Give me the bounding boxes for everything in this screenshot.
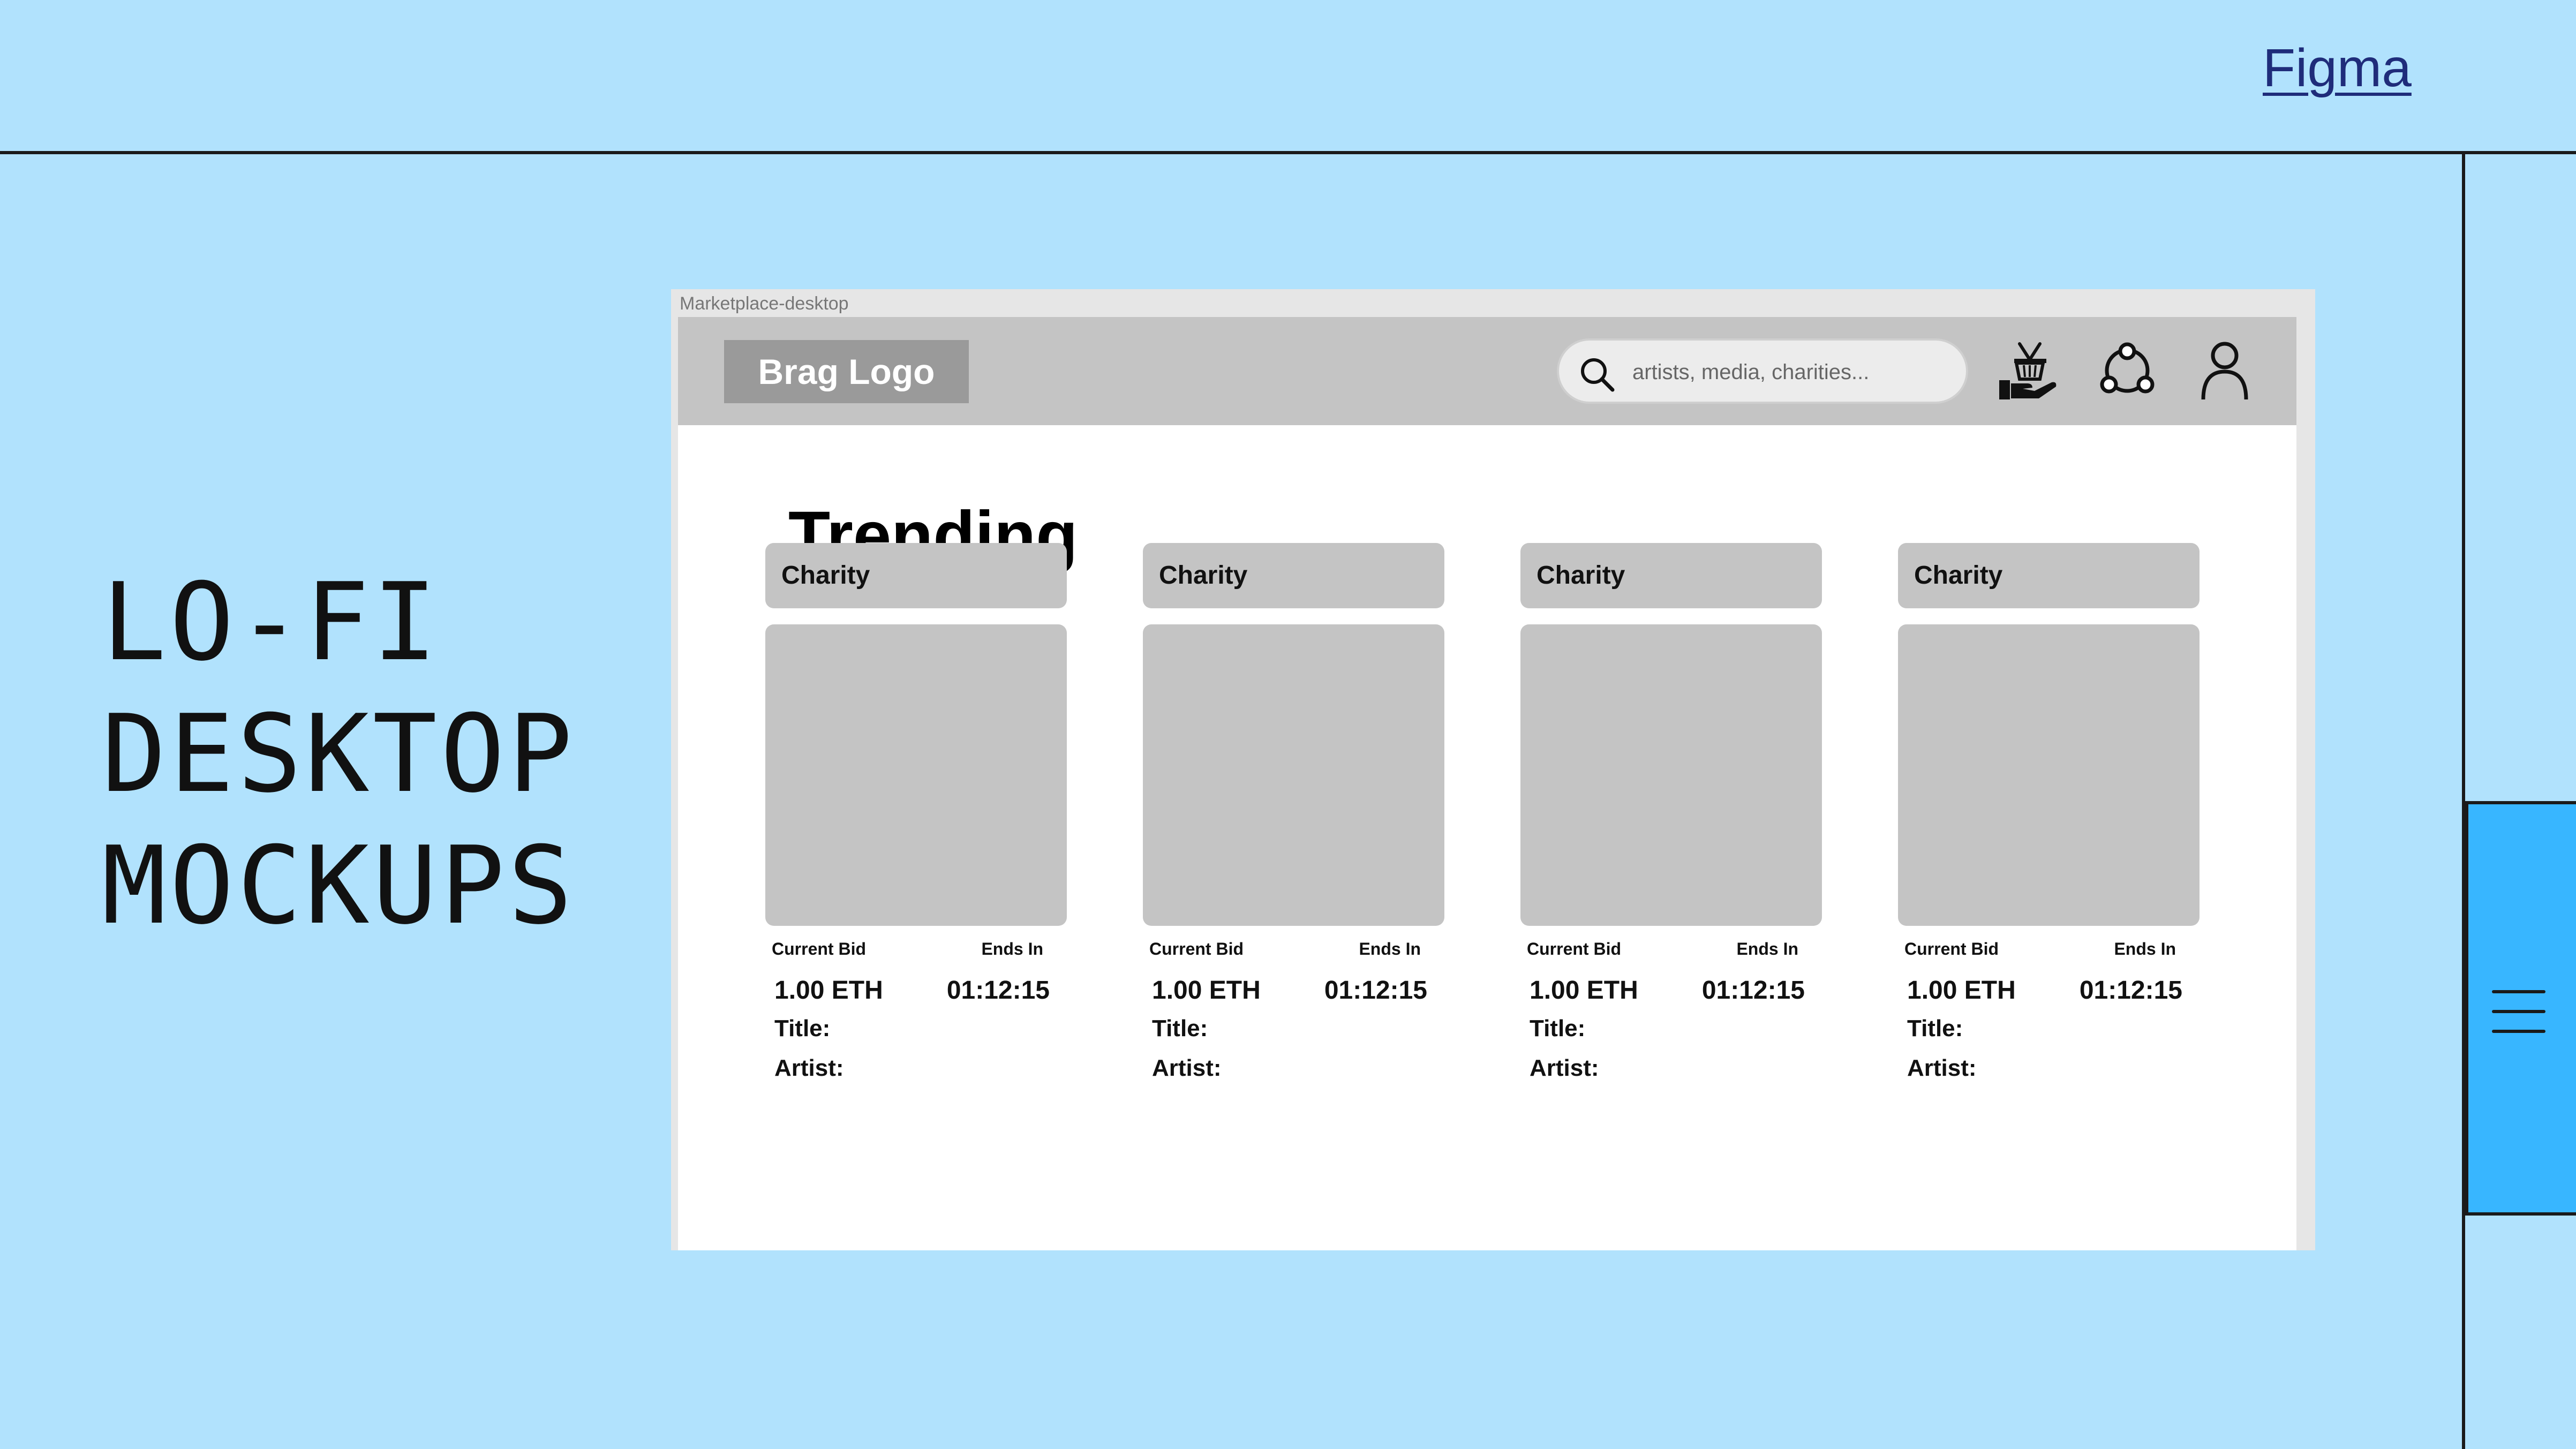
card-category-tag: Charity xyxy=(1520,543,1822,608)
card-category-tag: Charity xyxy=(765,543,1067,608)
figma-link[interactable]: Figma xyxy=(2263,37,2412,99)
card-title-label: Title: xyxy=(774,1015,831,1042)
basket-hand-icon[interactable] xyxy=(1996,337,2063,404)
card-artist-label: Artist: xyxy=(1152,1055,1222,1081)
header-divider xyxy=(0,151,2576,154)
current-bid-value: 1.00 ETH xyxy=(774,976,883,1005)
network-icon[interactable] xyxy=(2094,337,2161,404)
mockup-frame: Marketplace-desktop Brag Logo artists, m… xyxy=(671,289,2315,1250)
user-icon[interactable] xyxy=(2191,337,2258,404)
search-input[interactable] xyxy=(1631,351,1955,393)
side-menu-tab[interactable] xyxy=(2465,801,2576,1216)
card-image-placeholder[interactable] xyxy=(765,624,1067,926)
ends-in-label: Ends In xyxy=(981,939,1043,959)
ends-in-label: Ends In xyxy=(2114,939,2176,959)
current-bid-value: 1.00 ETH xyxy=(1907,976,2016,1005)
ends-in-value: 01:12:15 xyxy=(2079,976,2182,1005)
frame-label: Marketplace-desktop xyxy=(680,293,849,314)
card-artist-label: Artist: xyxy=(774,1055,844,1081)
ends-in-value: 01:12:15 xyxy=(1324,976,1427,1005)
search-icon xyxy=(1581,358,1615,392)
ends-in-value: 01:12:15 xyxy=(946,976,1050,1005)
auction-card[interactable]: Charity Current Bid Ends In 1.00 ETH 01:… xyxy=(1520,543,1822,1100)
headline-line: MOCKUPS xyxy=(102,824,576,948)
current-bid-label: Current Bid xyxy=(1149,939,1244,959)
card-category-tag: Charity xyxy=(1898,543,2200,608)
card-artist-label: Artist: xyxy=(1530,1055,1599,1081)
ends-in-label: Ends In xyxy=(1359,939,1421,959)
current-bid-value: 1.00 ETH xyxy=(1152,976,1261,1005)
brand-logo[interactable]: Brag Logo xyxy=(724,340,969,403)
mockup-viewport: Brag Logo artists, media, charities... T… xyxy=(678,317,2296,1250)
current-bid-label: Current Bid xyxy=(1904,939,1999,959)
ends-in-value: 01:12:15 xyxy=(1701,976,1805,1005)
headline-line: DESKTOP xyxy=(102,692,576,817)
card-category-tag: Charity xyxy=(1143,543,1444,608)
card-title-label: Title: xyxy=(1907,1015,1963,1042)
ends-in-label: Ends In xyxy=(1736,939,1798,959)
auction-card[interactable]: Charity Current Bid Ends In 1.00 ETH 01:… xyxy=(1143,543,1444,1100)
card-image-placeholder[interactable] xyxy=(1898,624,2200,926)
right-rail-divider xyxy=(2462,151,2465,1449)
auction-card[interactable]: Charity Current Bid Ends In 1.00 ETH 01:… xyxy=(765,543,1067,1100)
headline-line: LO-FI xyxy=(102,560,441,685)
card-image-placeholder[interactable] xyxy=(1520,624,1822,926)
card-title-label: Title: xyxy=(1530,1015,1586,1042)
hamburger-menu-icon[interactable] xyxy=(2492,990,2545,1033)
card-artist-label: Artist: xyxy=(1907,1055,1977,1081)
card-title-label: Title: xyxy=(1152,1015,1208,1042)
card-image-placeholder[interactable] xyxy=(1143,624,1444,926)
auction-card[interactable]: Charity Current Bid Ends In 1.00 ETH 01:… xyxy=(1898,543,2200,1100)
search-bar[interactable] xyxy=(1557,338,1968,404)
current-bid-label: Current Bid xyxy=(772,939,866,959)
page-headline: LO-FI DESKTOP MOCKUPS xyxy=(102,557,576,952)
navbar: Brag Logo xyxy=(678,317,2296,425)
current-bid-value: 1.00 ETH xyxy=(1530,976,1638,1005)
current-bid-label: Current Bid xyxy=(1527,939,1621,959)
